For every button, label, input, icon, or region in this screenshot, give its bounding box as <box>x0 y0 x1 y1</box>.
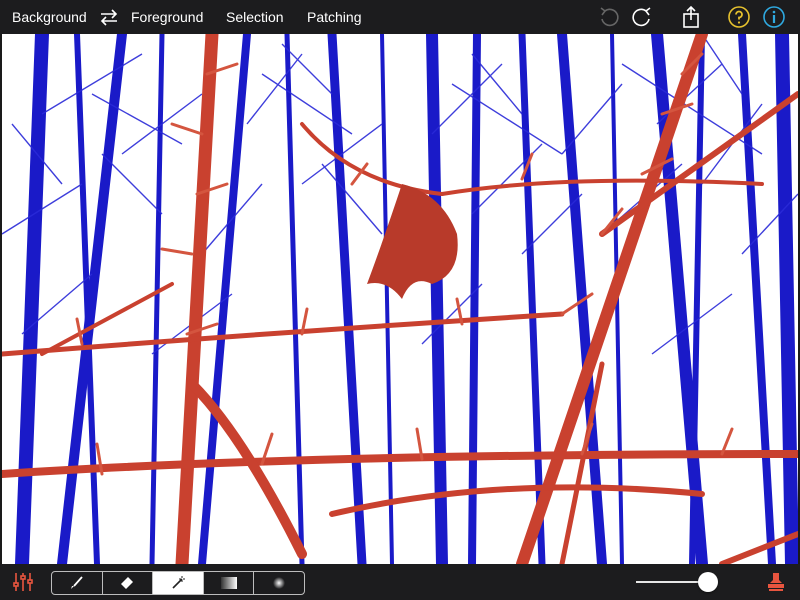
redo-icon[interactable] <box>630 5 654 29</box>
swap-arrows-icon[interactable] <box>97 6 121 28</box>
photo-image <box>2 34 798 564</box>
gradient-icon <box>220 577 237 589</box>
tab-selection[interactable]: Selection <box>226 9 284 25</box>
brush-icon <box>70 576 83 589</box>
info-icon[interactable] <box>762 5 786 29</box>
magic-wand-tool-button[interactable] <box>153 572 204 594</box>
brush-tool-button[interactable] <box>52 572 103 594</box>
help-icon[interactable] <box>727 5 751 29</box>
radial-gradient-icon <box>273 577 286 589</box>
tab-patching[interactable]: Patching <box>307 9 361 25</box>
image-canvas[interactable] <box>2 34 798 564</box>
top-toolbar: Background Foreground Selection Patching <box>0 0 800 34</box>
share-icon[interactable] <box>679 5 703 29</box>
gradient-tool-button[interactable] <box>204 572 255 594</box>
undo-icon[interactable] <box>597 5 621 29</box>
eraser-icon <box>121 577 134 589</box>
tool-segment-control <box>51 571 305 595</box>
tab-foreground[interactable]: Foreground <box>131 9 203 25</box>
stamp-icon[interactable] <box>765 571 787 593</box>
radial-gradient-tool-button[interactable] <box>254 572 304 594</box>
magic-wand-icon <box>172 576 185 589</box>
brush-size-slider[interactable] <box>636 572 726 592</box>
tab-background[interactable]: Background <box>12 9 87 25</box>
slider-thumb[interactable] <box>698 572 718 592</box>
bottom-toolbar <box>0 564 800 600</box>
eraser-tool-button[interactable] <box>103 572 154 594</box>
adjustments-icon[interactable] <box>12 571 34 593</box>
